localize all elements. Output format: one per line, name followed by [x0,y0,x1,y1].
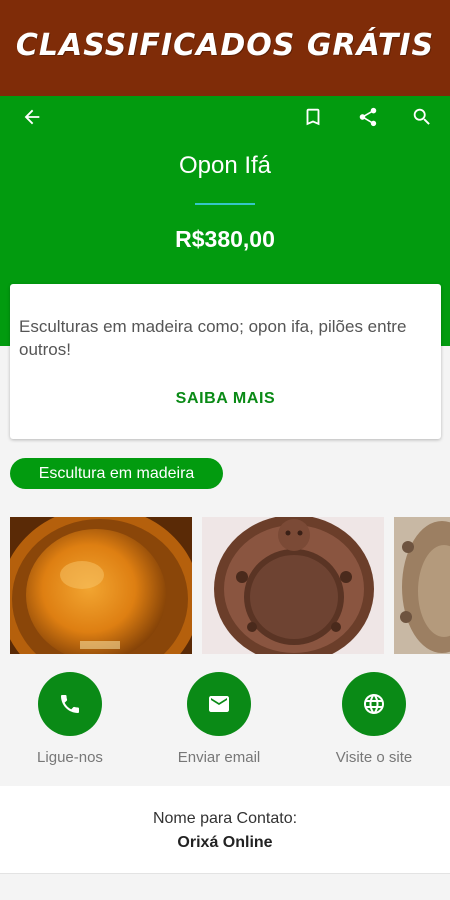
wooden-tray-image [10,517,192,654]
read-more-button[interactable]: SAIBA MAIS [10,384,441,414]
search-icon [413,108,430,125]
globe-icon [364,694,384,714]
category-chip[interactable]: Escultura em madeira [10,458,223,489]
app-banner: CLASSIFICADOS GRÁTIS [0,0,450,96]
top-toolbar [0,96,450,136]
wooden-carving-image [394,517,450,654]
website-label: Visite o site [335,749,413,766]
website-action[interactable]: Visite o site [309,672,439,772]
website-button[interactable] [342,672,406,736]
gallery-photo[interactable] [10,517,192,654]
search-button[interactable] [405,100,439,134]
call-action[interactable]: Ligue-nos [5,672,135,772]
back-arrow-icon [24,109,40,125]
photo-gallery[interactable] [10,517,450,654]
phone-icon [61,695,79,713]
email-button[interactable] [187,672,251,736]
contact-label: Nome para Contato: [152,810,298,827]
gallery-photo[interactable] [202,517,384,654]
share-button[interactable] [351,100,385,134]
description-text: Esculturas em madeira como; opon ifa, pi… [19,317,407,359]
bookmark-icon [306,108,320,126]
call-button[interactable] [38,672,102,736]
contact-name: Orixá Online [177,834,273,851]
description-card: Esculturas em madeira como; opon ifa, pi… [10,284,441,439]
gallery-photo[interactable] [394,517,450,654]
email-icon [209,696,229,712]
email-action[interactable]: Enviar email [154,672,284,772]
email-label: Enviar email [177,749,261,766]
bookmark-button[interactable] [296,100,330,134]
banner-title: CLASSIFICADOS GRÁTIS [15,27,435,63]
contact-section: Nome para Contato: Orixá Online [0,786,450,874]
share-icon [359,107,377,127]
call-label: Ligue-nos [37,749,103,766]
carved-board-image [202,517,384,654]
title-divider [195,203,255,205]
product-price: R$380,00 [175,226,275,252]
back-button[interactable] [15,100,49,134]
product-title: Opon Ifá [178,152,272,179]
